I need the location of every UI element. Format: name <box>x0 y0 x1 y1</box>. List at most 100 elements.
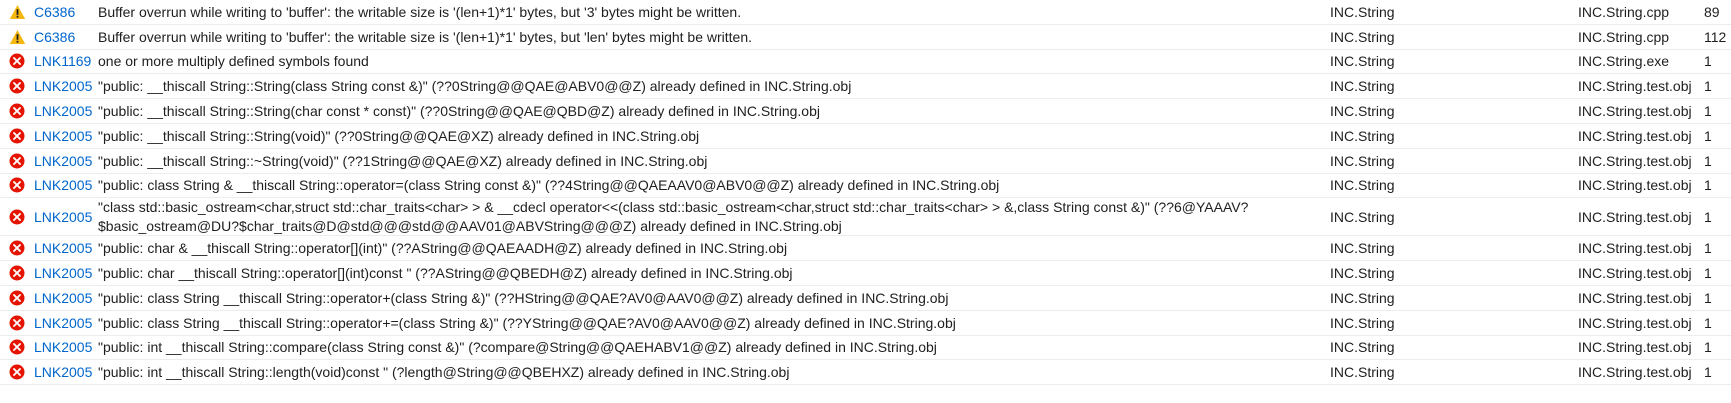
error-code-link[interactable]: C6386 <box>34 29 98 45</box>
error-code-link[interactable]: LNK2005 <box>34 103 98 119</box>
error-line: 1 <box>1704 127 1712 144</box>
error-project: INC.String <box>1330 28 1395 45</box>
error-description: "public: class String __thiscall String:… <box>98 314 956 331</box>
error-line: 1 <box>1704 314 1712 331</box>
error-list-row[interactable]: LNK2005 "public: class String & __thiscal… <box>0 173 1731 199</box>
error-icon <box>0 53 34 69</box>
error-description: "public: __thiscall String::~String(void… <box>98 152 708 169</box>
error-code-link[interactable]: LNK2005 <box>34 240 98 256</box>
error-icon <box>0 265 34 281</box>
error-list-row[interactable]: LNK2005 "public: int __thiscall String::l… <box>0 360 1731 386</box>
error-project: INC.String <box>1330 208 1395 225</box>
error-file: INC.String.test.obj <box>1578 127 1692 144</box>
error-code-link[interactable]: LNK1169 <box>34 53 98 69</box>
error-description: Buffer overrun while writing to 'buffer'… <box>98 3 742 20</box>
error-code-link[interactable]: LNK2005 <box>34 265 98 281</box>
error-file: INC.String.exe <box>1578 53 1670 70</box>
error-project: INC.String <box>1330 53 1395 70</box>
error-icon <box>0 78 34 94</box>
error-project: INC.String <box>1330 240 1395 257</box>
error-project: INC.String <box>1330 314 1395 331</box>
error-description: "public: __thiscall String::String(class… <box>98 78 852 95</box>
error-line: 1 <box>1704 152 1712 169</box>
error-project: INC.String <box>1330 103 1395 120</box>
error-list-row[interactable]: LNK2005 "public: __thiscall String::Strin… <box>0 99 1731 124</box>
error-line: 1 <box>1704 78 1712 95</box>
error-project: INC.String <box>1330 265 1395 282</box>
error-description: "public: char __thiscall String::operato… <box>98 265 793 282</box>
error-file: INC.String.cpp <box>1578 3 1670 20</box>
error-code-link[interactable]: LNK2005 <box>34 209 98 225</box>
error-line: 1 <box>1704 265 1712 282</box>
error-file: INC.String.test.obj <box>1578 314 1692 331</box>
error-list: C6386 Buffer overrun while writing to 'bu… <box>0 0 1731 386</box>
error-project: INC.String <box>1330 177 1395 194</box>
error-list-row[interactable]: LNK2005 "public: int __thiscall String::c… <box>0 335 1731 361</box>
error-file: INC.String.test.obj <box>1578 103 1692 120</box>
error-description: "public: char & __thiscall String::opera… <box>98 240 788 257</box>
error-list-row[interactable]: LNK2005 "public: __thiscall String::~Stri… <box>0 148 1731 174</box>
error-icon <box>0 209 34 225</box>
error-line: 1 <box>1704 53 1712 70</box>
error-project: INC.String <box>1330 78 1395 95</box>
error-project: INC.String <box>1330 289 1395 306</box>
error-list-row[interactable]: LNK2005 "public: __thiscall String::Strin… <box>0 123 1731 149</box>
error-description: "public: class String & __thiscall Strin… <box>98 177 1000 194</box>
error-file: INC.String.test.obj <box>1578 240 1692 257</box>
error-description: "public: int __thiscall String::length(v… <box>98 364 790 381</box>
warning-icon <box>0 4 34 20</box>
error-description: "public: __thiscall String::String(char … <box>98 103 820 120</box>
error-list-row[interactable]: LNK1169 one or more multiply defined symb… <box>0 49 1731 75</box>
error-file: INC.String.test.obj <box>1578 339 1692 356</box>
error-icon <box>0 339 34 355</box>
error-code-link[interactable]: LNK2005 <box>34 364 98 380</box>
error-description: "public: int __thiscall String::compare(… <box>98 339 937 356</box>
error-icon <box>0 103 34 119</box>
error-project: INC.String <box>1330 364 1395 381</box>
error-list-row[interactable]: LNK2005 "class std::basic_ostream<char,st… <box>0 198 1731 237</box>
error-icon <box>0 177 34 193</box>
error-list-row[interactable]: LNK2005 "public: class String __thiscall … <box>0 310 1731 336</box>
error-list-row[interactable]: LNK2005 "public: char __thiscall String::… <box>0 261 1731 286</box>
error-list-row[interactable]: C6386 Buffer overrun while writing to 'bu… <box>0 24 1731 50</box>
error-list-row[interactable]: LNK2005 "public: __thiscall String::Strin… <box>0 74 1731 100</box>
error-code-link[interactable]: LNK2005 <box>34 153 98 169</box>
error-line: 1 <box>1704 208 1712 225</box>
error-line: 112 <box>1704 28 1727 45</box>
error-description: "class std::basic_ostream<char,struct st… <box>98 198 1249 234</box>
warning-icon <box>0 29 34 45</box>
error-code-link[interactable]: LNK2005 <box>34 78 98 94</box>
error-icon <box>0 290 34 306</box>
error-line: 89 <box>1704 3 1720 20</box>
error-project: INC.String <box>1330 3 1395 20</box>
error-line: 1 <box>1704 103 1712 120</box>
error-code-link[interactable]: LNK2005 <box>34 177 98 193</box>
error-project: INC.String <box>1330 339 1395 356</box>
error-list-row[interactable]: LNK2005 "public: char & __thiscall String… <box>0 236 1731 262</box>
error-project: INC.String <box>1330 152 1395 169</box>
error-code-link[interactable]: LNK2005 <box>34 315 98 331</box>
error-line: 1 <box>1704 240 1712 257</box>
error-code-link[interactable]: LNK2005 <box>34 290 98 306</box>
error-code-link[interactable]: LNK2005 <box>34 339 98 355</box>
error-code-link[interactable]: LNK2005 <box>34 128 98 144</box>
error-description: one or more multiply defined symbols fou… <box>98 53 369 70</box>
error-file: INC.String.test.obj <box>1578 177 1692 194</box>
error-list-row[interactable]: C6386 Buffer overrun while writing to 'bu… <box>0 0 1731 25</box>
error-code-link[interactable]: C6386 <box>34 4 98 20</box>
error-project: INC.String <box>1330 127 1395 144</box>
error-icon <box>0 128 34 144</box>
error-icon <box>0 153 34 169</box>
error-icon <box>0 364 34 380</box>
error-file: INC.String.test.obj <box>1578 289 1692 306</box>
error-icon <box>0 240 34 256</box>
error-description: Buffer overrun while writing to 'buffer'… <box>98 28 753 45</box>
error-file: INC.String.cpp <box>1578 28 1670 45</box>
error-file: INC.String.test.obj <box>1578 364 1692 381</box>
error-line: 1 <box>1704 177 1712 194</box>
error-description: "public: __thiscall String::String(void)… <box>98 127 700 144</box>
error-list-row[interactable]: LNK2005 "public: class String __thiscall … <box>0 285 1731 311</box>
error-icon <box>0 315 34 331</box>
error-line: 1 <box>1704 339 1712 356</box>
error-line: 1 <box>1704 364 1712 381</box>
